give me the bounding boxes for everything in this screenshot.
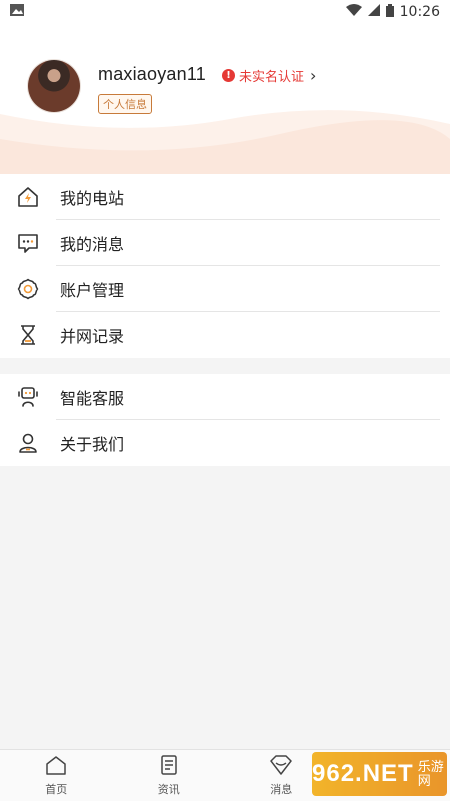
avatar[interactable] xyxy=(28,60,80,112)
signal-icon xyxy=(368,4,380,20)
watermark-main-text: 962.NET xyxy=(312,760,414,788)
home-bolt-icon xyxy=(15,184,41,210)
person-icon xyxy=(15,430,41,456)
verification-status-link[interactable]: ! 未实名认证 › xyxy=(222,66,316,85)
wifi-icon xyxy=(346,4,362,20)
image-notification-icon xyxy=(10,4,24,20)
menu-item-grid-records[interactable]: 并网记录 xyxy=(0,312,450,358)
username: maxiaoyan11 xyxy=(98,64,206,85)
menu-group-main: 我的电站 我的消息 账户管理 并网记录 xyxy=(0,174,450,358)
tab-news[interactable]: 资讯 xyxy=(113,750,226,801)
menu-item-account-management[interactable]: 账户管理 xyxy=(0,266,450,312)
tab-label: 资讯 xyxy=(158,781,180,797)
tab-label: 消息 xyxy=(270,781,292,797)
menu-item-my-messages[interactable]: 我的消息 xyxy=(0,220,450,266)
menu-item-my-station[interactable]: 我的电站 xyxy=(0,174,450,220)
menu-item-label: 我的消息 xyxy=(60,231,124,255)
status-time: 10:26 xyxy=(400,4,440,20)
hourglass-icon xyxy=(15,322,41,348)
home-icon xyxy=(45,755,67,779)
diamond-icon xyxy=(269,755,293,779)
watermark-logo: 962.NET 乐游网 xyxy=(312,752,447,796)
flower-gear-icon xyxy=(15,276,41,302)
menu-item-label: 智能客服 xyxy=(60,385,124,409)
tab-label: 首页 xyxy=(45,781,67,797)
menu-item-smart-service[interactable]: 智能客服 xyxy=(0,374,450,420)
menu-group-support: 智能客服 关于我们 xyxy=(0,374,450,466)
menu-item-about-us[interactable]: 关于我们 xyxy=(0,420,450,466)
robot-icon xyxy=(15,384,41,410)
personal-info-tag[interactable]: 个人信息 xyxy=(98,94,152,114)
watermark-sub-text: 乐游网 xyxy=(418,760,447,789)
tab-home[interactable]: 首页 xyxy=(0,750,113,801)
menu-item-label: 我的电站 xyxy=(60,185,124,209)
status-bar: 10:26 xyxy=(0,0,450,24)
alert-icon: ! xyxy=(222,69,235,82)
verification-status-text: 未实名认证 xyxy=(239,66,304,85)
menu-item-label: 并网记录 xyxy=(60,323,124,347)
document-icon xyxy=(159,755,179,779)
menu-item-label: 关于我们 xyxy=(60,431,124,455)
message-icon xyxy=(15,230,41,256)
menu-item-label: 账户管理 xyxy=(60,277,124,301)
chevron-right-icon: › xyxy=(310,66,316,85)
battery-icon xyxy=(386,4,394,21)
profile-header: maxiaoyan11 ! 未实名认证 › 个人信息 xyxy=(0,24,450,174)
